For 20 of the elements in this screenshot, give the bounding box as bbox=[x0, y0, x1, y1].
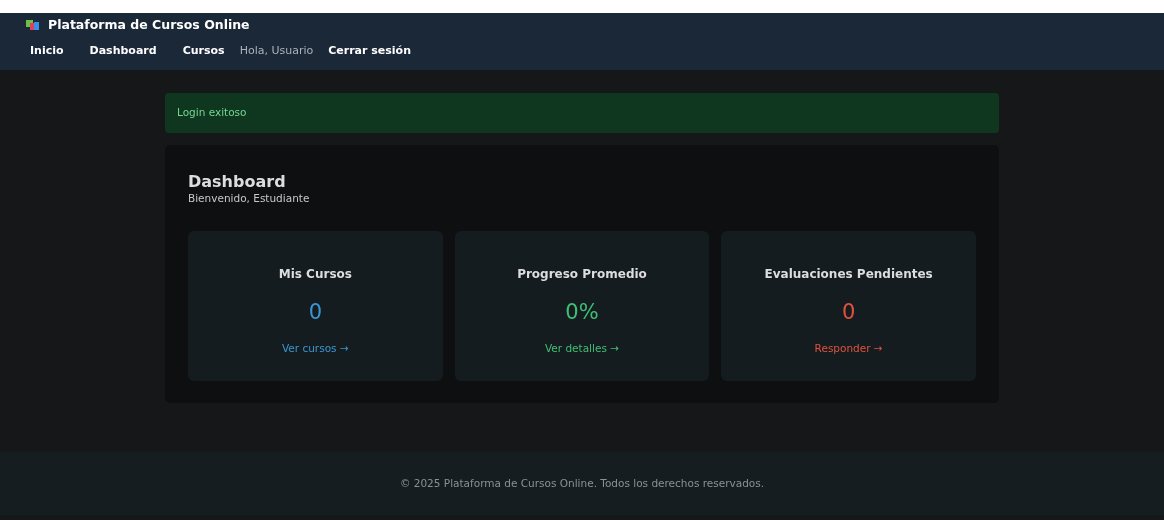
brand-title[interactable]: Plataforma de Cursos Online bbox=[48, 16, 250, 35]
stat-link[interactable]: Ver detalles → bbox=[544, 341, 619, 354]
stat-title: Evaluaciones Pendientes bbox=[763, 266, 934, 282]
stat-value: 0% bbox=[565, 299, 599, 327]
stat-value: 0 bbox=[308, 299, 322, 327]
greeting-text: Hola, Usuario bbox=[239, 42, 314, 59]
nav-link[interactable]: Cerrar sesión bbox=[328, 42, 411, 60]
stat-link[interactable]: Responder → bbox=[814, 341, 883, 354]
logo-icon bbox=[26, 19, 40, 32]
stat-title: Mis Cursos bbox=[277, 266, 353, 282]
copyright-text: © 2025 Plataforma de Cursos Online. Todos los derechos reservados. bbox=[399, 475, 765, 491]
nav-link[interactable]: Inicio bbox=[30, 42, 64, 60]
stat-link[interactable]: Ver cursos → bbox=[281, 341, 349, 354]
welcome-text: Bienvenido, Estudiante bbox=[188, 190, 311, 206]
stat-value: 0 bbox=[841, 299, 856, 327]
nav-link[interactable]: Cursos bbox=[182, 42, 225, 60]
nav-link[interactable]: Dashboard bbox=[89, 42, 157, 60]
dashboard-title: Dashboard bbox=[188, 171, 287, 191]
stat-title: Progreso Promedio bbox=[516, 266, 648, 282]
success-alert: Login exitoso bbox=[165, 93, 999, 133]
